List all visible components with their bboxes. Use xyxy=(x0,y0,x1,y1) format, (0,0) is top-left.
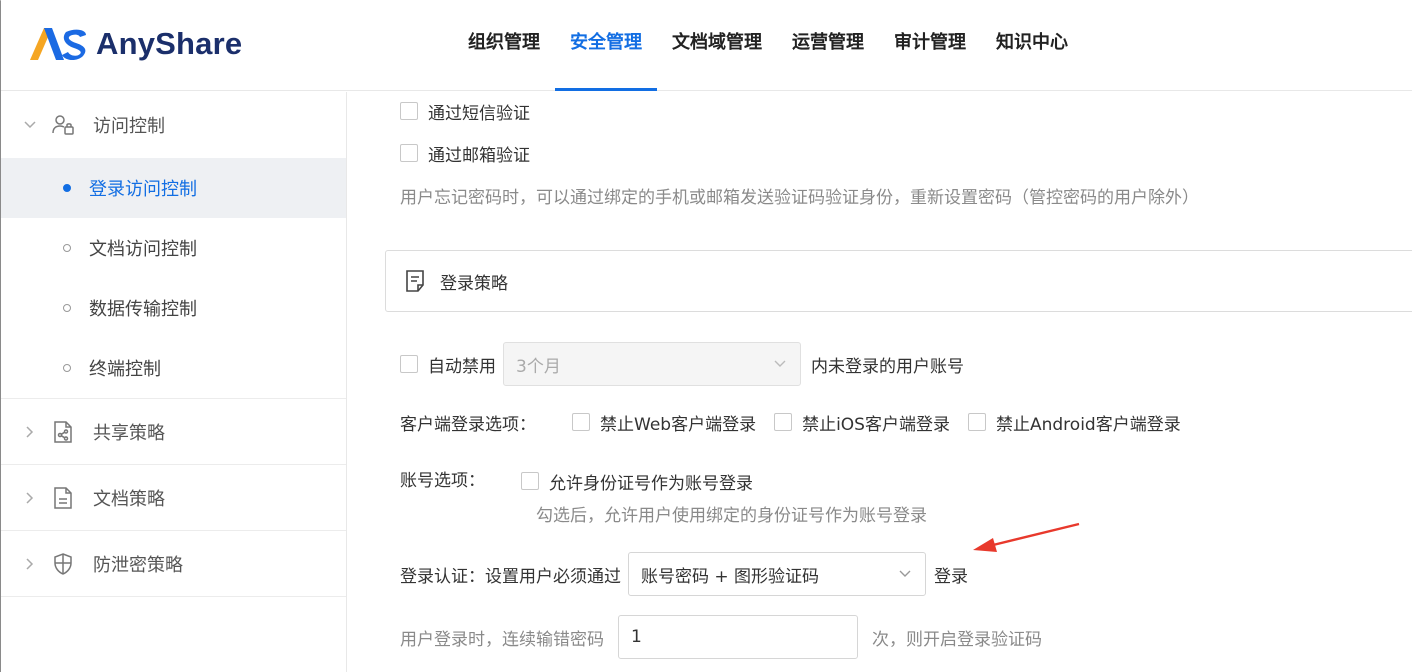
share-doc-icon xyxy=(51,420,75,444)
disable-ios-label: 禁止iOS客户端登录 xyxy=(802,414,950,435)
sidebar-group-share-policy[interactable]: 共享策略 xyxy=(1,399,346,465)
captcha-threshold-input[interactable]: 1 xyxy=(618,615,858,659)
auto-disable-period-value: 3个月 xyxy=(516,356,561,377)
brand-name: AnyShare xyxy=(96,26,243,61)
policy-doc-icon xyxy=(404,269,426,293)
sidebar-item-label: 数据传输控制 xyxy=(89,299,197,320)
auto-disable-suffix: 内未登录的用户账号 xyxy=(811,356,964,377)
shield-icon xyxy=(51,552,75,576)
disable-android-checkbox[interactable] xyxy=(967,413,986,431)
users-icon xyxy=(51,113,75,137)
sidebar-item-label: 终端控制 xyxy=(89,359,161,380)
sidebar-group-doc-policy[interactable]: 文档策略 xyxy=(1,465,346,531)
captcha-threshold-row: 用户登录时，连续输错密码 1 次，则开启登录验证码 xyxy=(400,615,1042,659)
bullet-icon xyxy=(63,304,71,312)
captcha-threshold-suffix: 次，则开启登录验证码 xyxy=(872,629,1042,650)
annotation-arrow-icon xyxy=(973,522,1080,552)
login-auth-row: 登录认证：设置用户必须通过 账号密码 + 图形验证码 登录 xyxy=(400,552,968,596)
login-policy-panel: 登录策略 xyxy=(385,250,1412,312)
tab-audit-management[interactable]: 审计管理 xyxy=(879,0,981,91)
sidebar-group-label: 防泄密策略 xyxy=(93,554,183,576)
chevron-down-icon xyxy=(23,118,37,132)
top-header: AnyShare 组织管理 安全管理 文档域管理 运营管理 审计管理 知识中心 xyxy=(1,0,1412,91)
tab-security-management[interactable]: 安全管理 xyxy=(555,0,657,91)
sidebar-group-label: 共享策略 xyxy=(93,422,165,444)
disable-android-label: 禁止Android客户端登录 xyxy=(995,414,1181,435)
email-verify-option[interactable]: 通过邮箱验证 xyxy=(400,140,530,166)
sidebar-item-login-access-control[interactable]: 登录访问控制 xyxy=(1,158,346,218)
sidebar: 访问控制 登录访问控制 文档访问控制 数据传输控制 终端控制 共享策略 文档策略… xyxy=(1,92,347,672)
chevron-down-icon xyxy=(774,357,786,372)
auto-disable-period-select[interactable]: 3个月 xyxy=(503,342,801,386)
bullet-icon xyxy=(63,184,71,192)
anyshare-logo-icon xyxy=(30,28,86,61)
id-login-label: 允许身份证号作为账号登录 xyxy=(549,473,753,494)
auto-disable-checkbox[interactable] xyxy=(400,355,418,373)
disable-web-checkbox[interactable] xyxy=(572,413,590,431)
chevron-right-icon xyxy=(23,491,37,505)
sidebar-item-data-transfer-control[interactable]: 数据传输控制 xyxy=(1,278,346,338)
chevron-right-icon xyxy=(23,557,37,571)
sidebar-group-label: 文档策略 xyxy=(93,488,165,510)
bullet-icon xyxy=(63,244,71,252)
tab-doc-domain-management[interactable]: 文档域管理 xyxy=(657,0,777,91)
bullet-icon xyxy=(63,364,71,372)
email-verify-label: 通过邮箱验证 xyxy=(428,145,530,166)
disable-ios-checkbox[interactable] xyxy=(774,413,793,431)
login-auth-method-select[interactable]: 账号密码 + 图形验证码 xyxy=(628,552,926,596)
login-auth-suffix: 登录 xyxy=(934,566,968,587)
sidebar-item-terminal-control[interactable]: 终端控制 xyxy=(1,338,346,398)
main-content: 通过短信验证 通过邮箱验证 用户忘记密码时，可以通过绑定的手机或邮箱发送验证码验… xyxy=(348,92,1412,672)
sidebar-item-doc-access-control[interactable]: 文档访问控制 xyxy=(1,218,346,278)
login-policy-title: 登录策略 xyxy=(440,273,508,294)
auto-disable-label: 自动禁用 xyxy=(428,356,496,377)
sms-verify-checkbox[interactable] xyxy=(400,102,418,120)
sidebar-item-label: 文档访问控制 xyxy=(89,239,197,260)
sms-verify-label: 通过短信验证 xyxy=(428,103,530,124)
sidebar-group-header-access-control[interactable]: 访问控制 xyxy=(1,92,346,158)
email-verify-checkbox[interactable] xyxy=(400,144,418,162)
login-auth-label: 登录认证：设置用户必须通过 xyxy=(400,566,621,587)
chevron-down-icon xyxy=(899,567,911,582)
client-login-options-row: 客户端登录选项： 禁止Web客户端登录 禁止iOS客户端登录 禁止Android… xyxy=(400,408,1181,436)
tab-operations-management[interactable]: 运营管理 xyxy=(777,0,879,91)
tab-knowledge-center[interactable]: 知识中心 xyxy=(981,0,1083,91)
sidebar-item-label: 登录访问控制 xyxy=(89,179,197,200)
captcha-threshold-prefix: 用户登录时，连续输错密码 xyxy=(400,629,604,650)
chevron-right-icon xyxy=(23,425,37,439)
captcha-threshold-value: 1 xyxy=(631,627,642,647)
brand-logo[interactable]: AnyShare xyxy=(30,24,242,64)
login-auth-method-value: 账号密码 + 图形验证码 xyxy=(641,566,820,587)
top-nav: 组织管理 安全管理 文档域管理 运营管理 审计管理 知识中心 xyxy=(453,0,1083,91)
disable-web-label: 禁止Web客户端登录 xyxy=(600,414,757,435)
auto-disable-row: 自动禁用 3个月 内未登录的用户账号 xyxy=(400,342,964,386)
sidebar-group-dlp-policy[interactable]: 防泄密策略 xyxy=(1,531,346,597)
tab-org-management[interactable]: 组织管理 xyxy=(453,0,555,91)
account-options-row: 账号选项： 允许身份证号作为账号登录 xyxy=(400,464,753,494)
id-login-hint: 勾选后，允许用户使用绑定的身份证号作为账号登录 xyxy=(536,505,927,526)
sms-verify-option[interactable]: 通过短信验证 xyxy=(400,98,530,124)
sidebar-group-label: 访问控制 xyxy=(93,116,165,137)
doc-icon xyxy=(51,486,75,510)
client-login-options-label: 客户端登录选项： xyxy=(400,414,536,435)
reset-password-hint: 用户忘记密码时，可以通过绑定的手机或邮箱发送验证码验证身份，重新设置密码（管控密… xyxy=(400,187,1199,208)
id-login-checkbox[interactable] xyxy=(521,472,539,490)
sidebar-group-access-control: 访问控制 登录访问控制 文档访问控制 数据传输控制 终端控制 xyxy=(1,92,346,399)
account-options-label: 账号选项： xyxy=(400,470,485,491)
